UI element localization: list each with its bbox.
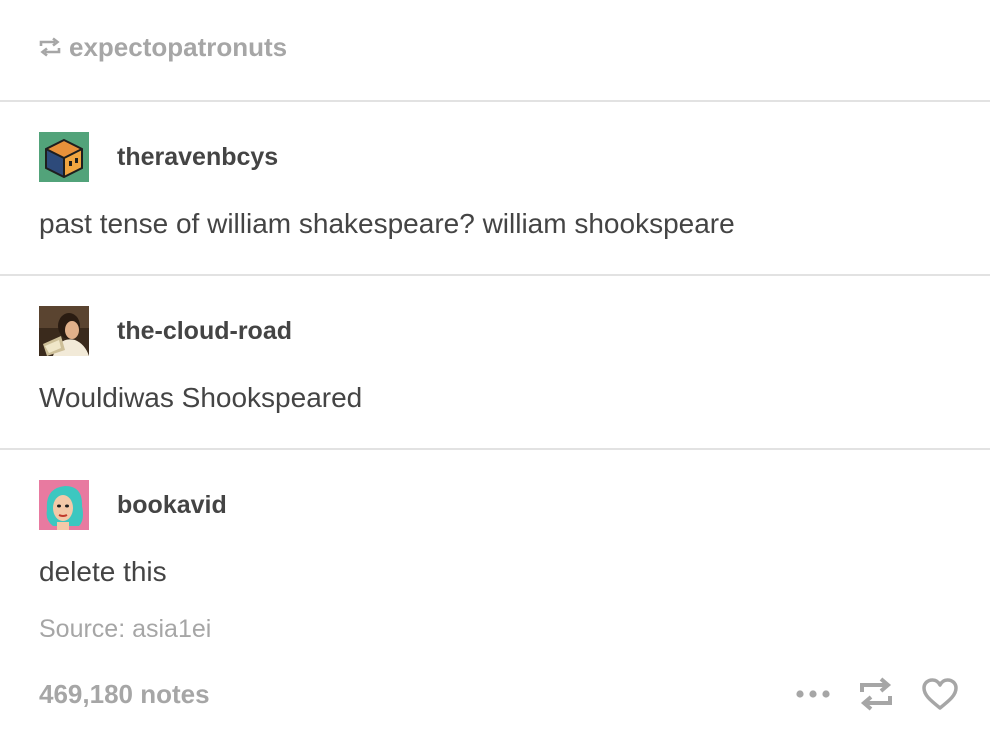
reblog-icon	[38, 36, 62, 58]
entry-text: Wouldiwas Shookspeared	[39, 382, 363, 413]
reblog-entry: theravenbcys past tense of william shake…	[39, 132, 959, 241]
divider	[0, 100, 990, 102]
entry-user-row: theravenbcys	[39, 132, 959, 182]
post-actions	[795, 677, 959, 711]
entry-username[interactable]: bookavid	[117, 491, 227, 520]
entry-username[interactable]: the-cloud-road	[117, 317, 292, 346]
entry-text: past tense of william shakespeare? willi…	[39, 208, 735, 239]
entry-username[interactable]: theravenbcys	[117, 143, 278, 172]
notes-count[interactable]: 469,180 notes	[39, 679, 210, 710]
divider	[0, 274, 990, 276]
like-heart-icon[interactable]	[921, 677, 959, 711]
entry-user-row: bookavid	[39, 480, 959, 530]
source-link[interactable]: Source: asia1ei	[39, 615, 211, 644]
reblog-username[interactable]: expectopatronuts	[69, 32, 287, 63]
reblog-header[interactable]: expectopatronuts	[38, 30, 287, 64]
reblog-icon[interactable]	[857, 677, 895, 711]
cube-avatar[interactable]	[39, 132, 89, 182]
post-footer: 469,180 notes	[39, 672, 959, 716]
reblog-entry: the-cloud-road Wouldiwas Shookspeared	[39, 306, 959, 415]
divider	[0, 448, 990, 450]
reblog-entry: bookavid delete this	[39, 480, 959, 589]
painting-avatar[interactable]	[39, 306, 89, 356]
entry-text: delete this	[39, 556, 167, 587]
more-icon[interactable]	[795, 689, 831, 699]
tumblr-post: expectopatronuts theravenbcys past tense…	[0, 0, 990, 750]
entry-user-row: the-cloud-road	[39, 306, 959, 356]
illustrated-avatar[interactable]	[39, 480, 89, 530]
